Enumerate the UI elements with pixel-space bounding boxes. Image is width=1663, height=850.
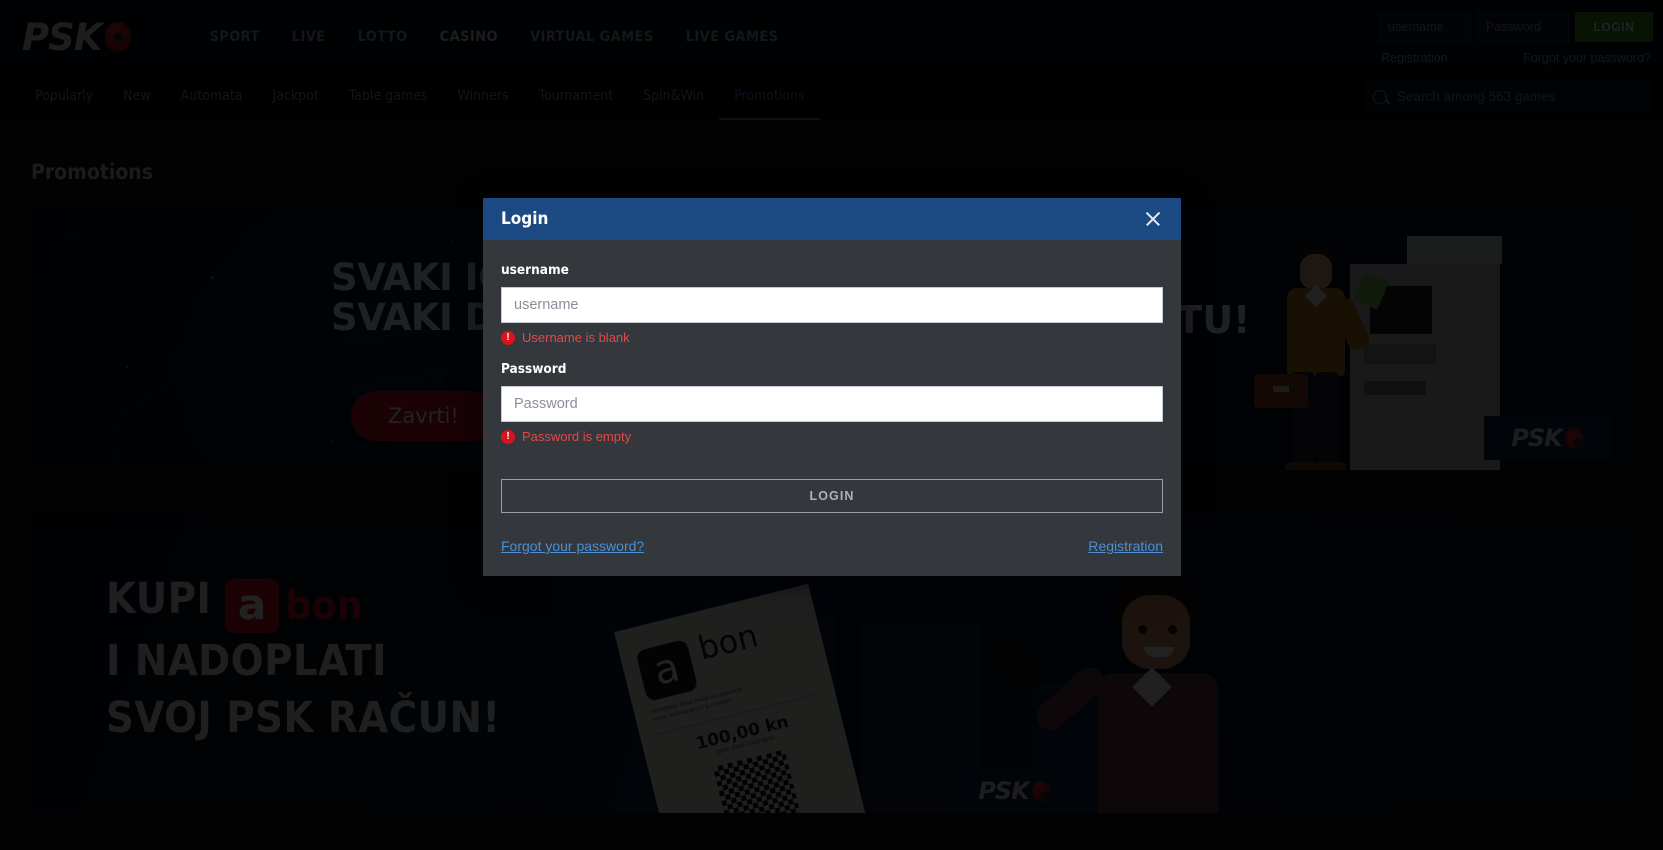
password-error: ! Password is empty: [501, 429, 1163, 444]
username-error-text: Username is blank: [522, 330, 630, 345]
username-label: username: [501, 262, 569, 278]
app-root: PSK SPORT LIVE LOTTO CASINO VIRTUAL GAME…: [0, 0, 1663, 850]
username-error: ! Username is blank: [501, 330, 1163, 345]
registration-link[interactable]: Registration: [1088, 538, 1163, 554]
close-icon[interactable]: [1139, 205, 1167, 233]
login-modal-footer: Forgot your password? Registration: [501, 538, 1163, 554]
error-icon: !: [501, 429, 515, 444]
login-modal-title: Login: [501, 209, 549, 229]
error-icon: !: [501, 330, 515, 345]
password-input[interactable]: [501, 386, 1163, 422]
login-modal: Login username ! Username is blank Passw…: [483, 198, 1181, 576]
password-label: Password: [501, 361, 567, 377]
username-input[interactable]: [501, 287, 1163, 323]
login-modal-body: username ! Username is blank Password ! …: [483, 240, 1181, 576]
password-error-text: Password is empty: [522, 429, 632, 444]
login-submit-button[interactable]: LOGIN: [501, 479, 1163, 513]
forgot-password-link[interactable]: Forgot your password?: [501, 538, 644, 554]
login-modal-header: Login: [483, 198, 1181, 240]
